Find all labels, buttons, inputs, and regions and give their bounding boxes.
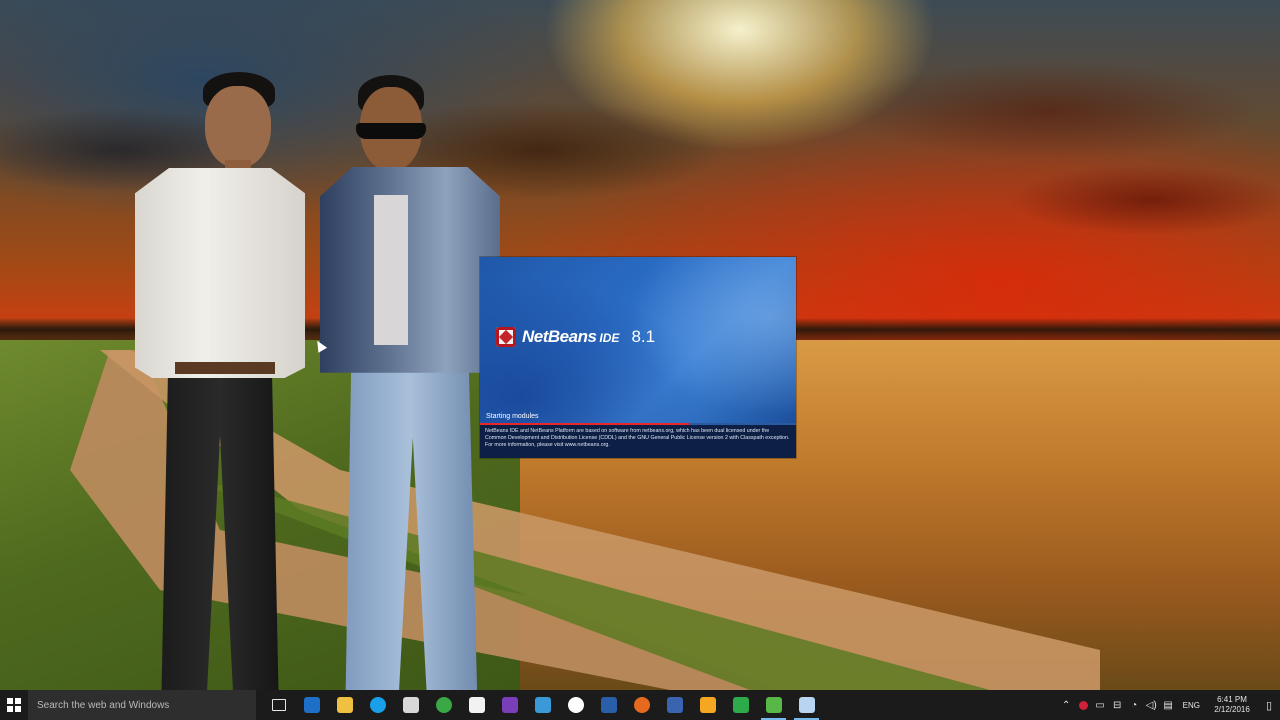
battery-icon[interactable]: ▭ <box>1092 690 1109 720</box>
visual-studio-icon <box>501 697 518 713</box>
app-icon <box>732 697 749 713</box>
input-language[interactable]: ENG <box>1177 701 1206 710</box>
action-center-icon[interactable]: ▯ <box>1258 690 1280 720</box>
tray-app-icon[interactable] <box>1075 690 1092 720</box>
taskbar-pinned-apps <box>262 690 823 720</box>
person-right <box>320 75 500 690</box>
start-button[interactable] <box>0 690 28 720</box>
taskbar-app-button[interactable] <box>394 690 427 720</box>
message-icon[interactable]: ▤ <box>1160 690 1177 720</box>
taskbar-visual-studio-button[interactable] <box>493 690 526 720</box>
file-explorer-icon <box>336 697 353 713</box>
network-icon[interactable]: ◔ <box>1126 690 1143 720</box>
splash-artwork: NetBeans IDE 8.1 Starting modules <box>480 257 796 458</box>
splash-status: Starting modules <box>486 413 539 420</box>
taskbar-shield-button[interactable] <box>559 690 592 720</box>
taskbar-app-button[interactable] <box>724 690 757 720</box>
word-icon <box>600 697 617 713</box>
taskbar-chrome-button[interactable] <box>427 690 460 720</box>
taskbar-task-view-button[interactable] <box>262 690 295 720</box>
app-icon <box>402 697 419 713</box>
person-left <box>135 72 305 690</box>
taskbar-app-button[interactable] <box>691 690 724 720</box>
taskbar-firefox-button[interactable] <box>625 690 658 720</box>
visio-icon <box>666 697 683 713</box>
search-placeholder: Search the web and Windows <box>37 699 170 711</box>
skype-icon <box>369 697 386 713</box>
usb-icon[interactable]: ⊟ <box>1109 690 1126 720</box>
taskbar-netbeans-button[interactable] <box>790 690 823 720</box>
taskbar-search-box[interactable]: Search the web and Windows <box>28 690 256 720</box>
taskbar-edge-button[interactable] <box>295 690 328 720</box>
document-icon <box>468 697 485 713</box>
netbeans-icon <box>798 697 815 713</box>
shield-icon <box>567 697 584 713</box>
netbeans-cube-icon <box>496 327 516 347</box>
taskbar-clock[interactable]: 6:41 PM 2/12/2016 <box>1206 695 1258 715</box>
volume-icon[interactable]: ◁) <box>1143 690 1160 720</box>
windows-logo-icon <box>7 698 21 712</box>
taskbar-word-button[interactable] <box>592 690 625 720</box>
logo-product-name: NetBeans <box>522 327 597 346</box>
taskbar-document-button[interactable] <box>460 690 493 720</box>
taskbar-skype-button[interactable] <box>361 690 394 720</box>
firefox-icon <box>633 697 650 713</box>
clock-date: 2/12/2016 <box>1214 705 1250 714</box>
taskbar-file-explorer-button[interactable] <box>328 690 361 720</box>
netbeans-logo: NetBeans IDE 8.1 <box>496 327 655 347</box>
clock-time: 6:41 PM <box>1217 695 1247 704</box>
taskbar: Search the web and Windows ⌃ ▭ ⊟ ◔ ◁) ▤ … <box>0 690 1280 720</box>
chrome-icon <box>435 697 452 713</box>
app-icon <box>534 697 551 713</box>
taskbar-app-button[interactable] <box>526 690 559 720</box>
system-tray: ⌃ ▭ ⊟ ◔ ◁) ▤ ENG 6:41 PM 2/12/2016 ▯ <box>1058 690 1280 720</box>
taskbar-visio-button[interactable] <box>658 690 691 720</box>
splash-license-text: NetBeans IDE and NetBeans Platform are b… <box>480 425 796 458</box>
taskbar-app-button[interactable] <box>757 690 790 720</box>
edge-icon <box>303 697 320 713</box>
show-hidden-icons-chevron-icon[interactable]: ⌃ <box>1058 690 1075 720</box>
logo-version: 8.1 <box>631 327 656 346</box>
app-icon <box>699 697 716 713</box>
app-icon <box>765 697 782 713</box>
netbeans-splash-screen: NetBeans IDE 8.1 Starting modules NetBea… <box>480 257 796 458</box>
task-view-icon <box>271 699 286 711</box>
logo-product-suffix: IDE <box>599 331 620 345</box>
